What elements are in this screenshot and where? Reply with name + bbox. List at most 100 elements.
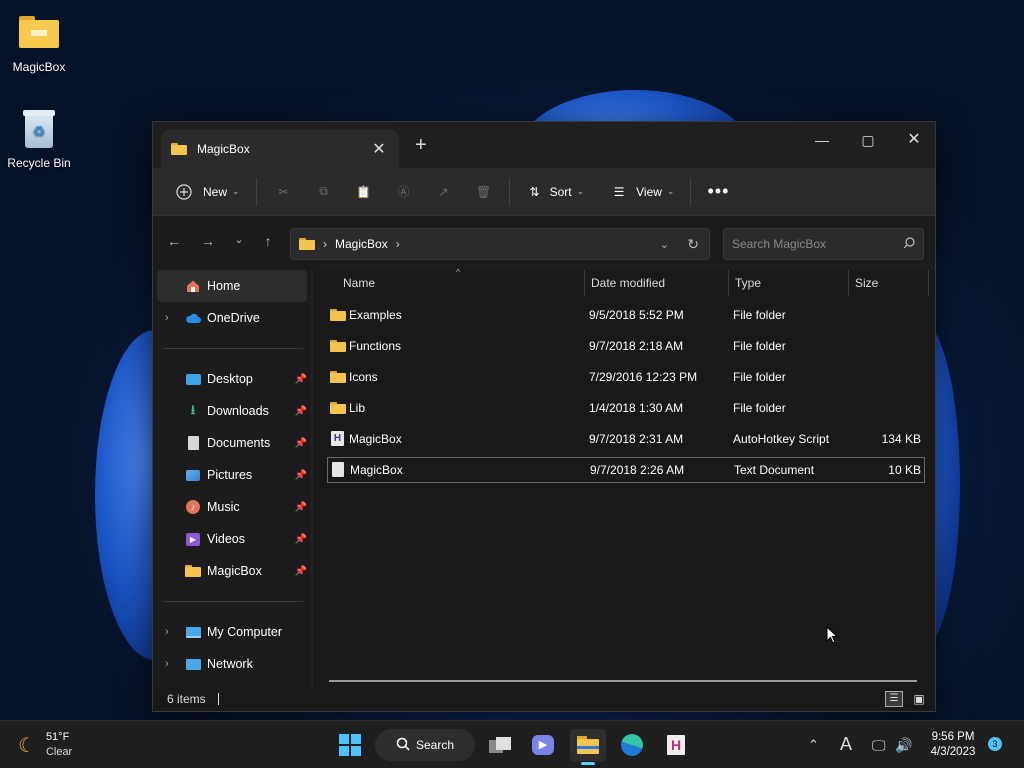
chevron-down-icon[interactable]: ⌄ xyxy=(660,238,669,251)
file-name: MagicBox xyxy=(350,463,403,477)
task-view-button[interactable] xyxy=(484,729,516,761)
sidebar-item-videos[interactable]: ▶ Videos 📌 xyxy=(153,523,311,555)
details-view-icon[interactable]: ☰ xyxy=(885,691,903,707)
file-row[interactable]: Functions 9/7/2018 2:18 AM File folder xyxy=(327,333,925,359)
file-size: 134 KB xyxy=(881,432,921,446)
clock[interactable]: 9:56 PM 4/3/2023 xyxy=(922,729,984,761)
forward-button[interactable]: → xyxy=(197,233,219,253)
close-window-button[interactable]: ✕ xyxy=(891,126,937,154)
sidebar-item-magicbox[interactable]: MagicBox 📌 xyxy=(153,555,311,587)
search-input[interactable]: Search MagicBox xyxy=(723,228,924,260)
tab-magicbox[interactable]: MagicBox ✕ xyxy=(161,130,399,168)
edge-browser-button[interactable] xyxy=(616,729,648,761)
delete-button[interactable]: 🗑 xyxy=(471,176,497,208)
more-options-button[interactable]: ••• xyxy=(703,176,733,208)
pin-icon[interactable]: 📌 xyxy=(295,374,307,385)
new-tab-button[interactable]: + xyxy=(415,134,435,157)
breadcrumb-magicbox[interactable]: MagicBox xyxy=(335,237,388,251)
pin-icon[interactable]: 📌 xyxy=(295,406,307,417)
navigation-pane: Home › OneDrive Desktop 📌 ⭳ Downloads 📌 … xyxy=(153,270,311,688)
pin-icon[interactable]: 📌 xyxy=(295,534,307,545)
recent-locations-button[interactable]: ⌄ xyxy=(228,233,250,253)
column-divider[interactable] xyxy=(584,270,585,296)
column-header-type[interactable]: Type xyxy=(735,276,761,290)
pin-icon[interactable]: 📌 xyxy=(295,438,307,449)
folder-icon xyxy=(17,10,61,54)
column-header-size[interactable]: Size xyxy=(855,276,878,290)
file-name: MagicBox xyxy=(349,432,402,446)
pin-icon[interactable]: 📌 xyxy=(295,502,307,513)
sidebar-item-pictures[interactable]: Pictures 📌 xyxy=(153,459,311,491)
teams-chat-button[interactable]: ▶ xyxy=(527,729,559,761)
autohotkey-taskbar-button[interactable]: H xyxy=(660,729,692,761)
address-field[interactable]: › MagicBox › ⌄ ↻ xyxy=(290,228,710,260)
input-indicator-icon[interactable]: A xyxy=(840,734,852,755)
sidebar-item-label: MagicBox xyxy=(207,564,262,578)
desktop-icon-recycle-bin[interactable]: ♻ Recycle Bin xyxy=(0,106,78,170)
sidebar-item-home[interactable]: Home xyxy=(157,270,307,302)
notification-badge[interactable]: 3 xyxy=(988,737,1002,751)
refresh-icon[interactable]: ↻ xyxy=(687,236,699,253)
computer-icon xyxy=(185,624,201,640)
file-row[interactable]: Lib 1/4/2018 1:30 AM File folder xyxy=(327,395,925,421)
divider xyxy=(255,177,257,206)
search-button[interactable]: Search xyxy=(375,729,475,761)
file-explorer-window: MagicBox ✕ + — ▢ ✕ New ⌄ ✂ ⧉ 📋 Ⓐ ↗ 🗑 ⇅ S… xyxy=(152,121,936,712)
desktop-icon-magicbox[interactable]: MagicBox xyxy=(0,10,78,74)
pin-icon[interactable]: 📌 xyxy=(295,470,307,481)
view-button[interactable]: ☰ View ⌄ xyxy=(606,176,678,208)
pin-icon[interactable]: 📌 xyxy=(295,566,307,577)
network-status-icon[interactable]: 🖵 xyxy=(872,737,886,754)
paste-button[interactable]: 📋 xyxy=(351,176,377,208)
sidebar-item-my-computer[interactable]: › My Computer xyxy=(153,616,311,648)
file-date: 9/7/2018 2:31 AM xyxy=(589,432,684,446)
expand-chevron-icon[interactable]: › xyxy=(165,658,169,670)
tiles-view-icon[interactable]: ▣ xyxy=(911,691,927,707)
file-explorer-taskbar-button[interactable] xyxy=(570,729,606,765)
start-button[interactable] xyxy=(334,729,366,761)
column-divider[interactable] xyxy=(928,270,929,296)
file-row[interactable]: H MagicBox 9/7/2018 2:31 AM AutoHotkey S… xyxy=(327,426,925,452)
close-tab-icon[interactable]: ✕ xyxy=(369,139,389,159)
maximize-button[interactable]: ▢ xyxy=(845,126,891,154)
column-divider[interactable] xyxy=(728,270,729,296)
taskbar: ☾ 51°F Clear Search ▶ H ⌃ A 🖵 🔊 9:56 PM … xyxy=(0,720,1024,768)
weather-widget[interactable]: ☾ 51°F Clear xyxy=(18,729,98,761)
search-icon xyxy=(903,236,915,252)
copy-button[interactable]: ⧉ xyxy=(311,176,337,208)
sidebar-item-network[interactable]: › Network xyxy=(153,648,311,680)
file-row[interactable]: Icons 7/29/2016 12:23 PM File folder xyxy=(327,364,925,390)
volume-icon[interactable]: 🔊 xyxy=(895,737,912,754)
horizontal-scrollbar[interactable] xyxy=(329,680,917,682)
expand-chevron-icon[interactable]: › xyxy=(165,312,169,324)
show-hidden-icons-chevron-icon[interactable]: ⌃ xyxy=(808,737,819,753)
file-date: 1/4/2018 1:30 AM xyxy=(589,401,684,415)
share-button[interactable]: ↗ xyxy=(431,176,457,208)
column-divider[interactable] xyxy=(848,270,849,296)
file-row-selected[interactable]: MagicBox 9/7/2018 2:26 AM Text Document … xyxy=(327,457,925,483)
column-header-date[interactable]: Date modified xyxy=(591,276,665,290)
minimize-button[interactable]: — xyxy=(799,126,845,154)
back-button[interactable]: ← xyxy=(163,233,185,253)
up-button[interactable]: ↑ xyxy=(257,233,279,253)
file-row[interactable]: Examples 9/5/2018 5:52 PM File folder xyxy=(327,302,925,328)
sidebar-item-downloads[interactable]: ⭳ Downloads 📌 xyxy=(153,395,311,427)
sidebar-item-onedrive[interactable]: › OneDrive xyxy=(153,302,311,334)
sort-label: Sort xyxy=(549,184,572,199)
sidebar-item-label: Network xyxy=(207,657,253,671)
folder-icon xyxy=(330,340,346,356)
sidebar-item-desktop[interactable]: Desktop 📌 xyxy=(153,363,311,395)
rename-button[interactable]: Ⓐ xyxy=(391,176,417,208)
copy-icon: ⧉ xyxy=(319,184,328,198)
column-header-name[interactable]: Name xyxy=(343,276,375,290)
more-icon: ••• xyxy=(707,181,730,201)
sidebar-item-music[interactable]: ♪ Music 📌 xyxy=(153,491,311,523)
active-indicator xyxy=(581,762,595,765)
sort-button[interactable]: ⇅ Sort ⌄ xyxy=(522,176,589,208)
expand-chevron-icon[interactable]: › xyxy=(165,626,169,638)
sidebar-item-documents[interactable]: Documents 📌 xyxy=(153,427,311,459)
sort-icon: ⇅ xyxy=(529,184,540,199)
cut-button[interactable]: ✂ xyxy=(271,176,297,208)
folder-icon xyxy=(330,402,346,418)
new-button[interactable]: New ⌄ xyxy=(171,176,244,208)
